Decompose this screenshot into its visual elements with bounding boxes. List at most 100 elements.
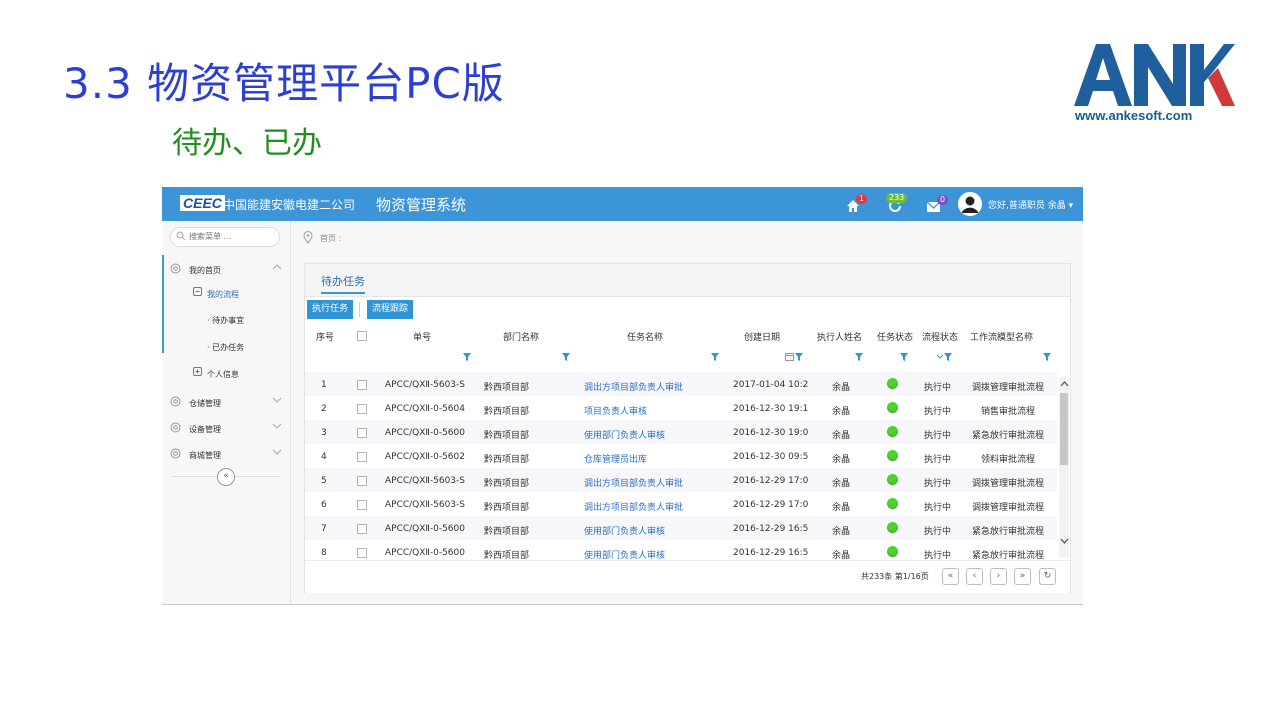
- cell-date: 2016-12-30 19:0: [733, 428, 808, 438]
- breadcrumb: 首页 :: [291, 221, 1083, 255]
- gear-icon: [170, 448, 181, 459]
- sidebar-item-label: 个人信息: [207, 370, 239, 379]
- row-checkbox[interactable]: [357, 548, 367, 558]
- cell-flow-status: 执行中: [924, 407, 952, 417]
- cell-model: 调拨管理审批流程: [972, 503, 1045, 513]
- cell-order: APCC/QXⅡ-0-5600: [385, 428, 465, 438]
- cell-executor: 余晶: [832, 407, 851, 417]
- status-ok-icon: [887, 378, 898, 389]
- pagination-bar: 共233条 第1/16页 « ‹ › » ↻: [305, 560, 1070, 593]
- scroll-up-icon[interactable]: [1060, 380, 1069, 387]
- sidebar-item-profile[interactable]: 个人信息: [162, 363, 290, 385]
- sidebar-search[interactable]: [170, 227, 280, 247]
- caret-down-icon: ▾: [1068, 201, 1074, 211]
- cell-executor: 余晶: [832, 551, 851, 560]
- cell-flow-status: 执行中: [924, 479, 952, 489]
- cell-task-link[interactable]: 使用部门负责人审核: [584, 548, 665, 560]
- breadcrumb-text: 首页 :: [320, 234, 342, 243]
- row-checkbox[interactable]: [357, 476, 367, 486]
- cell-date: 2016-12-29 16:5: [733, 524, 808, 534]
- slide-subtitle: 待办、已办: [172, 126, 322, 161]
- chevron-down-icon: [272, 449, 282, 455]
- status-ok-icon: [887, 402, 898, 413]
- next-page-icon[interactable]: ›: [990, 568, 1007, 585]
- cell-task-link[interactable]: 使用部门负责人审核: [584, 524, 665, 537]
- row-checkbox[interactable]: [357, 428, 367, 438]
- cell-executor: 余晶: [832, 383, 851, 393]
- sidebar-item-equipment[interactable]: 设备管理: [162, 418, 290, 440]
- cell-date: 2016-12-30 09:5: [733, 452, 808, 462]
- cell-order: APCC/QXⅡ-5603-S: [385, 380, 465, 390]
- cell-dept: 黔西项目部: [484, 383, 530, 393]
- collapse-sidebar-icon[interactable]: «: [217, 468, 235, 486]
- cell-task-link[interactable]: 调出方项目部负责人审批: [584, 500, 683, 513]
- user-avatar-icon[interactable]: [958, 192, 982, 216]
- cell-flow-status: 执行中: [924, 503, 952, 513]
- sidebar-item-mall[interactable]: 商城管理: [162, 444, 290, 466]
- sidebar-item-my-flow[interactable]: 我的流程: [162, 283, 290, 305]
- chevron-down-icon: [272, 423, 282, 429]
- company-name: 中国能建安徽电建二公司: [223, 198, 356, 212]
- minus-square-icon: [193, 287, 202, 296]
- sidebar-item-warehouse[interactable]: 仓储管理: [162, 392, 290, 414]
- sidebar-item-done[interactable]: · 已办任务: [162, 336, 290, 358]
- sidebar-item-todo[interactable]: · 待办事宜: [162, 309, 290, 331]
- cell-flow-status: 执行中: [924, 383, 952, 393]
- cell-task-link[interactable]: 项目负责人审核: [584, 404, 647, 417]
- user-greeting[interactable]: 您好,普通职员 余晶 ▾: [988, 198, 1073, 211]
- prev-page-icon[interactable]: ‹: [966, 568, 983, 585]
- sidebar-item-label: 我的流程: [207, 290, 239, 299]
- cell-dept: 黔西项目部: [484, 479, 530, 489]
- logo-url: www.ankesoft.com: [1075, 108, 1193, 123]
- status-ok-icon: [887, 426, 898, 437]
- first-page-icon[interactable]: «: [942, 568, 959, 585]
- search-input[interactable]: [189, 230, 273, 243]
- row-checkbox[interactable]: [357, 404, 367, 414]
- row-checkbox[interactable]: [357, 524, 367, 534]
- row-checkbox[interactable]: [357, 452, 367, 462]
- scroll-down-icon[interactable]: [1060, 538, 1069, 545]
- home-badge: 1: [856, 194, 868, 204]
- sidebar-item-home[interactable]: 我的首页: [162, 259, 290, 281]
- chevron-down-icon: [272, 397, 282, 403]
- table-body: 1 APCC/QXⅡ-5603-S 黔西项目部 调出方项目部负责人审批 2017…: [305, 264, 1070, 560]
- row-checkbox[interactable]: [357, 380, 367, 390]
- cell-flow-status: 执行中: [924, 431, 952, 441]
- cell-dept: 黔西项目部: [484, 431, 530, 441]
- cell-no: 1: [321, 380, 327, 390]
- scrollbar-thumb[interactable]: [1060, 393, 1068, 465]
- mail-icon[interactable]: 0: [926, 195, 949, 214]
- top-bar: CEEC 中国能建安徽电建二公司 物资管理系统 1 233 0 您好,普通职员 …: [162, 187, 1083, 221]
- cell-no: 2: [321, 404, 327, 414]
- cell-dept: 黔西项目部: [484, 527, 530, 537]
- cell-model: 紧急放行审批流程: [972, 551, 1045, 560]
- row-checkbox[interactable]: [357, 500, 367, 510]
- cell-order: APCC/QXⅡ-0-5600: [385, 524, 465, 534]
- cell-task-link[interactable]: 调出方项目部负责人审批: [584, 380, 683, 393]
- cell-order: APCC/QXⅡ-0-5602: [385, 452, 465, 462]
- cell-date: 2016-12-29 17:0: [733, 476, 808, 486]
- refresh-icon[interactable]: 233: [886, 193, 908, 214]
- cell-no: 3: [321, 428, 327, 438]
- cell-no: 8: [321, 548, 327, 558]
- app-window: CEEC 中国能建安徽电建二公司 物资管理系统 1 233 0 您好,普通职员 …: [162, 187, 1083, 605]
- cell-task-link[interactable]: 调出方项目部负责人审批: [584, 476, 683, 489]
- cell-no: 4: [321, 452, 327, 462]
- cell-dept: 黔西项目部: [484, 551, 530, 560]
- cell-date: 2017-01-04 10:2: [733, 380, 808, 390]
- home-icon[interactable]: 1: [846, 194, 868, 214]
- cell-order: APCC/QXⅡ-5603-S: [385, 500, 465, 510]
- cell-task-link[interactable]: 使用部门负责人审核: [584, 428, 665, 441]
- cell-model: 领料审批流程: [981, 455, 1036, 465]
- greeting-text: 您好,普通职员 余晶: [988, 201, 1066, 211]
- sidebar-item-label: 设备管理: [189, 425, 221, 434]
- sidebar: 我的首页 我的流程 · 待办事宜 · 已办任务: [162, 221, 291, 604]
- cell-date: 2016-12-30 19:1: [733, 404, 808, 414]
- refresh-page-icon[interactable]: ↻: [1039, 568, 1056, 585]
- brand-mark: CEEC: [180, 195, 225, 211]
- slide-title: 3.3 物资管理平台PC版: [63, 59, 505, 108]
- cell-task-link[interactable]: 仓库管理员出库: [584, 452, 647, 465]
- last-page-icon[interactable]: »: [1014, 568, 1031, 585]
- cell-executor: 余晶: [832, 503, 851, 513]
- cell-dept: 黔西项目部: [484, 407, 530, 417]
